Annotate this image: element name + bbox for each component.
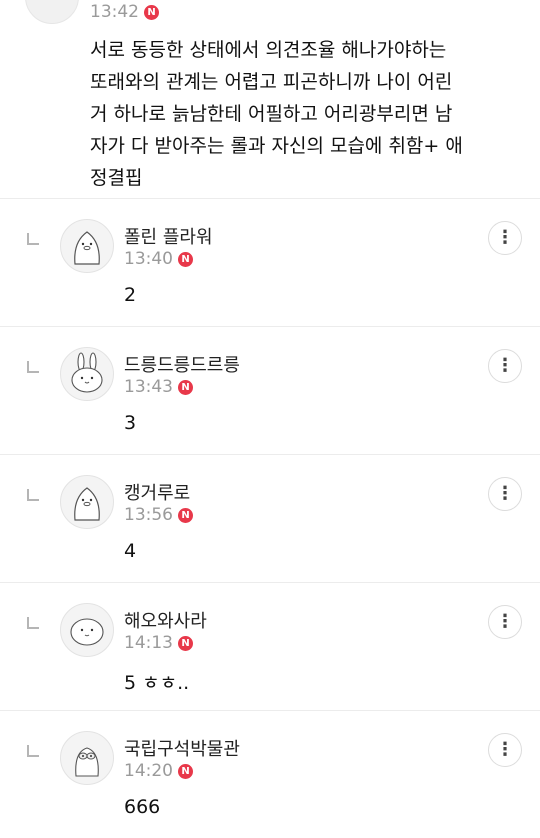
- reply-time: 13:40: [124, 249, 173, 269]
- reply-content: 666: [124, 796, 161, 818]
- reply-nickname[interactable]: 드릉드릉드르릉: [124, 351, 240, 377]
- comment-line: 거 하나로 늙남한테 어필하고 어리광부리면 남: [90, 103, 453, 125]
- reply-nickname[interactable]: 해오와사라: [124, 607, 207, 633]
- reply-meta: 13:40 N: [124, 249, 193, 269]
- reply-meta: 14:13 N: [124, 633, 193, 653]
- new-badge-icon: N: [178, 251, 193, 267]
- reply-content: 4: [124, 540, 137, 562]
- new-badge-icon: N: [178, 763, 193, 779]
- reply-time: 13:43: [124, 377, 173, 397]
- reply-time: 14:13: [124, 633, 173, 653]
- reply-time: 13:56: [124, 505, 173, 525]
- reply-item: 캥거루로 13:56 N 4 ⋮: [0, 455, 540, 582]
- new-badge-icon: N: [178, 507, 193, 523]
- reply-arrow-icon: [27, 617, 39, 629]
- penguin-avatar-icon[interactable]: [60, 219, 114, 273]
- ghost-avatar-icon[interactable]: [60, 731, 114, 785]
- bunny-avatar-icon[interactable]: [60, 347, 114, 401]
- reply-content: 5 ㅎㅎ..: [124, 672, 190, 694]
- comment-body: 서로 동등한 상태에서 의견조율 해나가야하는 또래와의 관계는 어렵고 피곤하…: [90, 34, 510, 194]
- top-comment: 13:42 N 서로 동등한 상태에서 의견조율 해나가야하는 또래와의 관계는…: [0, 0, 540, 198]
- comment-meta: 13:42 N: [90, 2, 159, 22]
- more-vertical-icon[interactable]: ⋮: [488, 349, 522, 383]
- reply-arrow-icon: [27, 233, 39, 245]
- more-vertical-icon[interactable]: ⋮: [488, 221, 522, 255]
- new-badge-icon: N: [178, 379, 193, 395]
- comment-line: 서로 동등한 상태에서 의견조율 해나가야하는: [90, 39, 447, 61]
- penguin-avatar-icon[interactable]: [60, 475, 114, 529]
- reply-nickname[interactable]: 폴린 플라워: [124, 223, 213, 249]
- reply-item: 폴린 플라워 13:40 N 2 ⋮: [0, 199, 540, 326]
- reply-item: 해오와사라 14:13 N 5 ㅎㅎ.. ⋮: [0, 583, 540, 710]
- reply-arrow-icon: [27, 745, 39, 757]
- avatar[interactable]: [25, 0, 79, 24]
- comment-time: 13:42: [90, 2, 139, 22]
- comment-line: 자가 다 받아주는 롤과 자신의 모습에 취함+ 애: [90, 135, 463, 157]
- reply-nickname[interactable]: 캥거루로: [124, 479, 190, 505]
- comment-line: 정결핍: [90, 167, 143, 189]
- reply-item: 국립구석박물관 14:20 N 666 ⋮: [0, 711, 540, 838]
- reply-content: 3: [124, 412, 137, 434]
- reply-arrow-icon: [27, 361, 39, 373]
- more-vertical-icon[interactable]: ⋮: [488, 733, 522, 767]
- reply-item: 드릉드릉드르릉 13:43 N 3 ⋮: [0, 327, 540, 454]
- reply-nickname[interactable]: 국립구석박물관: [124, 735, 240, 761]
- more-vertical-icon[interactable]: ⋮: [488, 605, 522, 639]
- more-vertical-icon[interactable]: ⋮: [488, 477, 522, 511]
- reply-time: 14:20: [124, 761, 173, 781]
- round-face-avatar-icon[interactable]: [60, 603, 114, 657]
- reply-meta: 13:56 N: [124, 505, 193, 525]
- reply-content: 2: [124, 284, 137, 306]
- comment-line: 또래와의 관계는 어렵고 피곤하니까 나이 어린: [90, 71, 453, 93]
- reply-meta: 14:20 N: [124, 761, 193, 781]
- new-badge-icon: N: [144, 4, 159, 20]
- reply-meta: 13:43 N: [124, 377, 193, 397]
- new-badge-icon: N: [178, 635, 193, 651]
- reply-arrow-icon: [27, 489, 39, 501]
